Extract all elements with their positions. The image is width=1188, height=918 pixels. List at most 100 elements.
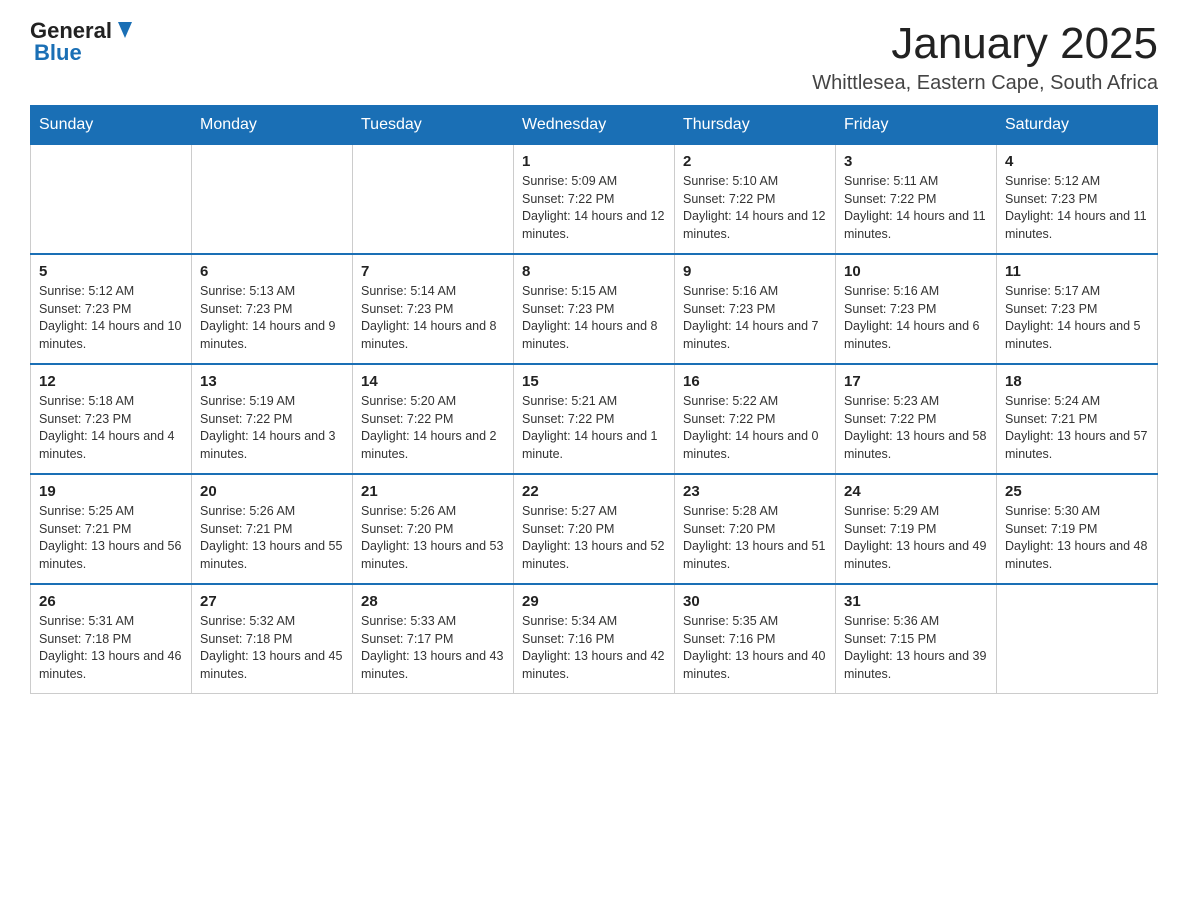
calendar-table: Sunday Monday Tuesday Wednesday Thursday… xyxy=(30,105,1158,694)
day-number: 13 xyxy=(200,373,344,390)
day-number: 18 xyxy=(1005,373,1149,390)
day-info: Sunrise: 5:32 AMSunset: 7:18 PMDaylight:… xyxy=(200,613,344,683)
table-row: 25Sunrise: 5:30 AMSunset: 7:19 PMDayligh… xyxy=(997,474,1158,584)
day-info: Sunrise: 5:26 AMSunset: 7:20 PMDaylight:… xyxy=(361,503,505,573)
day-info: Sunrise: 5:35 AMSunset: 7:16 PMDaylight:… xyxy=(683,613,827,683)
day-info: Sunrise: 5:17 AMSunset: 7:23 PMDaylight:… xyxy=(1005,283,1149,353)
table-row: 26 Sunrise: 5:31 AMSunset: 7:18 PMDayligh… xyxy=(31,584,192,694)
day-number: 22 xyxy=(522,483,666,500)
day-number: 30 xyxy=(683,593,827,610)
day-info: Sunrise: 5:22 AMSunset: 7:22 PMDaylight:… xyxy=(683,393,827,463)
day-number: 4 xyxy=(1005,153,1149,170)
col-sunday: Sunday xyxy=(31,106,192,145)
table-row: 22 Sunrise: 5:27 AMSunset: 7:20 PMDayligh… xyxy=(514,474,675,584)
day-number: 1 xyxy=(522,153,666,170)
table-row xyxy=(353,145,514,255)
calendar-row-3: 12Sunrise: 5:18 AMSunset: 7:23 PMDayligh… xyxy=(31,364,1158,474)
table-row: 20 Sunrise: 5:26 AMSunset: 7:21 PMDayligh… xyxy=(192,474,353,584)
day-info: Sunrise: 5:10 AMSunset: 7:22 PMDaylight:… xyxy=(683,173,827,243)
day-info: Sunrise: 5:09 AMSunset: 7:22 PMDaylight:… xyxy=(522,173,666,243)
day-number: 9 xyxy=(683,263,827,280)
table-row: 7 Sunrise: 5:14 AMSunset: 7:23 PMDaylight… xyxy=(353,254,514,364)
table-row: 28Sunrise: 5:33 AMSunset: 7:17 PMDayligh… xyxy=(353,584,514,694)
day-number: 17 xyxy=(844,373,988,390)
logo-arrow-icon xyxy=(114,20,136,42)
day-number: 12 xyxy=(39,373,183,390)
day-number: 21 xyxy=(361,483,505,500)
table-row: 18 Sunrise: 5:24 AMSunset: 7:21 PMDayligh… xyxy=(997,364,1158,474)
day-info: Sunrise: 5:23 AMSunset: 7:22 PMDaylight:… xyxy=(844,393,988,463)
table-row: 9Sunrise: 5:16 AMSunset: 7:23 PMDaylight… xyxy=(675,254,836,364)
day-info: Sunrise: 5:33 AMSunset: 7:17 PMDaylight:… xyxy=(361,613,505,683)
table-row: 30 Sunrise: 5:35 AMSunset: 7:16 PMDayligh… xyxy=(675,584,836,694)
table-row xyxy=(31,145,192,255)
day-number: 3 xyxy=(844,153,988,170)
day-info: Sunrise: 5:24 AMSunset: 7:21 PMDaylight:… xyxy=(1005,393,1149,463)
logo-blue-text: Blue xyxy=(34,40,82,65)
table-row: 15 Sunrise: 5:21 AMSunset: 7:22 PMDayligh… xyxy=(514,364,675,474)
col-thursday: Thursday xyxy=(675,106,836,145)
col-tuesday: Tuesday xyxy=(353,106,514,145)
day-header-row: Sunday Monday Tuesday Wednesday Thursday… xyxy=(31,106,1158,145)
day-info: Sunrise: 5:36 AMSunset: 7:15 PMDaylight:… xyxy=(844,613,988,683)
day-info: Sunrise: 5:15 AMSunset: 7:23 PMDaylight:… xyxy=(522,283,666,353)
col-wednesday: Wednesday xyxy=(514,106,675,145)
day-number: 27 xyxy=(200,593,344,610)
table-row xyxy=(997,584,1158,694)
table-row: 19Sunrise: 5:25 AMSunset: 7:21 PMDayligh… xyxy=(31,474,192,584)
day-info: Sunrise: 5:28 AMSunset: 7:20 PMDaylight:… xyxy=(683,503,827,573)
day-number: 16 xyxy=(683,373,827,390)
table-row: 24Sunrise: 5:29 AMSunset: 7:19 PMDayligh… xyxy=(836,474,997,584)
day-info: Sunrise: 5:30 AMSunset: 7:19 PMDaylight:… xyxy=(1005,503,1149,573)
calendar-row-4: 19Sunrise: 5:25 AMSunset: 7:21 PMDayligh… xyxy=(31,474,1158,584)
month-title: January 2025 xyxy=(812,20,1158,68)
day-info: Sunrise: 5:13 AMSunset: 7:23 PMDaylight:… xyxy=(200,283,344,353)
location-subtitle: Whittlesea, Eastern Cape, South Africa xyxy=(812,72,1158,95)
col-saturday: Saturday xyxy=(997,106,1158,145)
day-info: Sunrise: 5:31 AMSunset: 7:18 PMDaylight:… xyxy=(39,613,183,683)
day-info: Sunrise: 5:14 AMSunset: 7:23 PMDaylight:… xyxy=(361,283,505,353)
logo-icon: General Blue xyxy=(30,20,136,64)
day-number: 10 xyxy=(844,263,988,280)
day-number: 8 xyxy=(522,263,666,280)
table-row: 29 Sunrise: 5:34 AMSunset: 7:16 PMDayligh… xyxy=(514,584,675,694)
day-info: Sunrise: 5:21 AMSunset: 7:22 PMDaylight:… xyxy=(522,393,666,463)
day-number: 7 xyxy=(361,263,505,280)
table-row: 16 Sunrise: 5:22 AMSunset: 7:22 PMDayligh… xyxy=(675,364,836,474)
day-number: 15 xyxy=(522,373,666,390)
table-row: 11 Sunrise: 5:17 AMSunset: 7:23 PMDayligh… xyxy=(997,254,1158,364)
calendar-row-2: 5Sunrise: 5:12 AMSunset: 7:23 PMDaylight… xyxy=(31,254,1158,364)
day-info: Sunrise: 5:12 AMSunset: 7:23 PMDaylight:… xyxy=(39,283,183,353)
table-row: 23 Sunrise: 5:28 AMSunset: 7:20 PMDayligh… xyxy=(675,474,836,584)
table-row: 10 Sunrise: 5:16 AMSunset: 7:23 PMDayligh… xyxy=(836,254,997,364)
table-row: 14Sunrise: 5:20 AMSunset: 7:22 PMDayligh… xyxy=(353,364,514,474)
day-info: Sunrise: 5:34 AMSunset: 7:16 PMDaylight:… xyxy=(522,613,666,683)
day-info: Sunrise: 5:12 AMSunset: 7:23 PMDaylight:… xyxy=(1005,173,1149,243)
table-row: 3 Sunrise: 5:11 AMSunset: 7:22 PMDaylight… xyxy=(836,145,997,255)
day-info: Sunrise: 5:27 AMSunset: 7:20 PMDaylight:… xyxy=(522,503,666,573)
table-row: 31Sunrise: 5:36 AMSunset: 7:15 PMDayligh… xyxy=(836,584,997,694)
day-info: Sunrise: 5:19 AMSunset: 7:22 PMDaylight:… xyxy=(200,393,344,463)
logo: General Blue xyxy=(30,20,136,64)
day-number: 26 xyxy=(39,593,183,610)
calendar-row-1: 1 Sunrise: 5:09 AMSunset: 7:22 PMDaylight… xyxy=(31,145,1158,255)
col-monday: Monday xyxy=(192,106,353,145)
day-number: 23 xyxy=(683,483,827,500)
table-row: 12Sunrise: 5:18 AMSunset: 7:23 PMDayligh… xyxy=(31,364,192,474)
table-row: 1 Sunrise: 5:09 AMSunset: 7:22 PMDaylight… xyxy=(514,145,675,255)
day-info: Sunrise: 5:11 AMSunset: 7:22 PMDaylight:… xyxy=(844,173,988,243)
day-number: 20 xyxy=(200,483,344,500)
day-info: Sunrise: 5:29 AMSunset: 7:19 PMDaylight:… xyxy=(844,503,988,573)
table-row: 5Sunrise: 5:12 AMSunset: 7:23 PMDaylight… xyxy=(31,254,192,364)
title-section: January 2025 Whittlesea, Eastern Cape, S… xyxy=(812,20,1158,95)
table-row: 4 Sunrise: 5:12 AMSunset: 7:23 PMDaylight… xyxy=(997,145,1158,255)
day-number: 11 xyxy=(1005,263,1149,280)
day-info: Sunrise: 5:20 AMSunset: 7:22 PMDaylight:… xyxy=(361,393,505,463)
page-header: General Blue January 2025 Whittlesea, Ea… xyxy=(30,20,1158,95)
calendar-row-5: 26 Sunrise: 5:31 AMSunset: 7:18 PMDayligh… xyxy=(31,584,1158,694)
day-number: 29 xyxy=(522,593,666,610)
day-info: Sunrise: 5:16 AMSunset: 7:23 PMDaylight:… xyxy=(844,283,988,353)
table-row: 13 Sunrise: 5:19 AMSunset: 7:22 PMDayligh… xyxy=(192,364,353,474)
day-info: Sunrise: 5:26 AMSunset: 7:21 PMDaylight:… xyxy=(200,503,344,573)
table-row: 21 Sunrise: 5:26 AMSunset: 7:20 PMDayligh… xyxy=(353,474,514,584)
